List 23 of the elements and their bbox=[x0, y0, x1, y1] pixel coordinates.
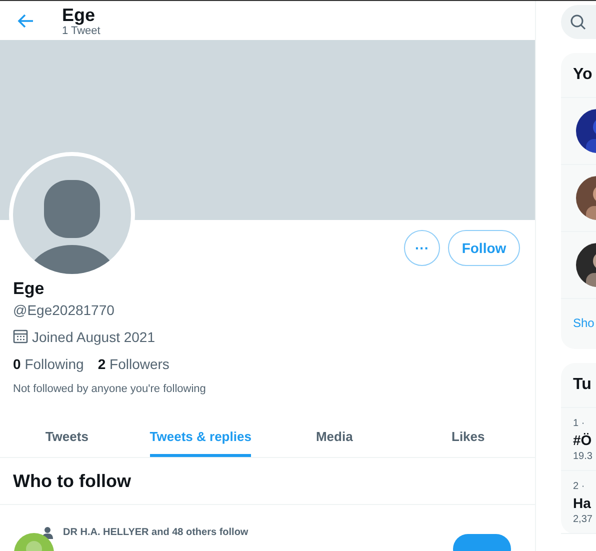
card-title: Tu bbox=[561, 363, 596, 408]
following-count[interactable]: 0 Following bbox=[13, 356, 84, 372]
search-icon bbox=[570, 14, 586, 30]
followers-count[interactable]: 2 Followers bbox=[98, 356, 170, 372]
joined-date: Joined August 2021 bbox=[32, 328, 155, 345]
followers-note: Not followed by anyone you're following bbox=[13, 382, 207, 395]
card-title: Yo bbox=[561, 53, 596, 98]
profile-tab[interactable]: Media bbox=[316, 416, 353, 457]
trend-count: 19.3 bbox=[573, 451, 594, 462]
profile-tab[interactable]: Likes bbox=[452, 416, 485, 457]
profile-name: Ege bbox=[13, 278, 46, 299]
profile-tab[interactable]: Tweets bbox=[45, 416, 88, 457]
trend-rank: 2 · bbox=[573, 481, 586, 492]
trend-rank: 1 · bbox=[573, 418, 586, 429]
profile-title: Ege bbox=[62, 4, 96, 25]
tweet-count: 1 Tweet bbox=[62, 24, 100, 37]
calendar-icon bbox=[13, 329, 28, 344]
section-heading: Who to follow bbox=[0, 458, 535, 505]
trend-name[interactable]: Ha bbox=[573, 495, 596, 511]
profile-handle: @Ege20281770 bbox=[13, 302, 116, 318]
trend-name[interactable]: #Ö bbox=[573, 432, 596, 448]
follow-context: DR H.A. HELLYER and 48 others follow bbox=[63, 527, 248, 538]
trend-count: 2,37 bbox=[573, 514, 594, 525]
